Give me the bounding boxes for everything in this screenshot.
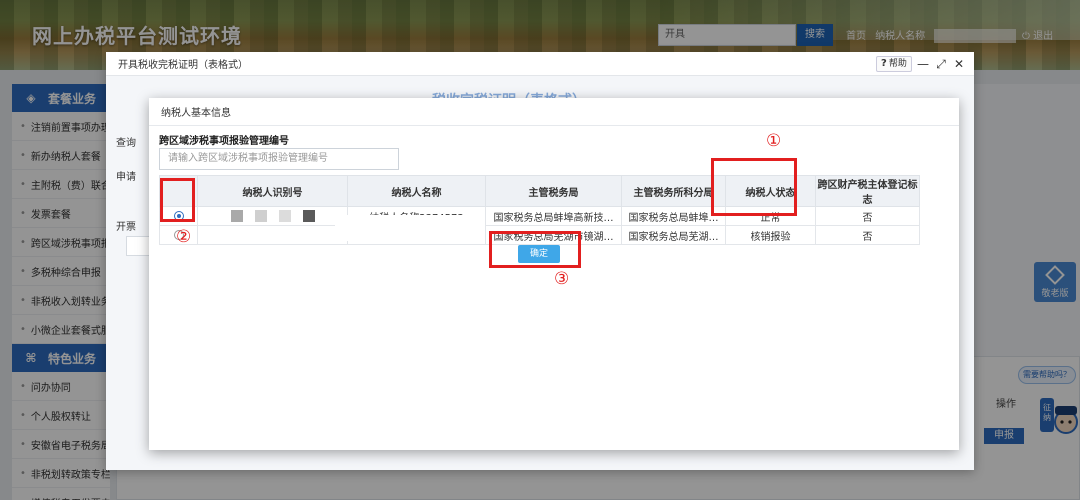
taxpayer-status-cell: 核销报验 [725,225,816,245]
annotation-number-1: ① [766,131,782,151]
minimize-icon[interactable]: — [916,56,930,72]
permit-number-label: 跨区域涉税事项报验管理编号 [159,136,289,147]
annotation-box-status [711,158,797,216]
help-button[interactable]: ? 帮助 [876,56,912,72]
taxpayer-info-title: 纳税人基本信息 [149,98,959,126]
cross-region-flag-cell: 否 [815,225,920,245]
maximize-icon[interactable]: ⤢ [934,56,948,72]
redacted-block [230,210,243,222]
redacted-block [302,210,315,222]
redacted-block [254,210,267,222]
tax-branch-cell: 国家税务总局芜湖… [621,225,726,245]
permit-number-input[interactable]: 请输入跨区域涉税事项报验管理编号 [159,148,399,170]
outer-dialog-titlebar: 开具税收完税证明（表格式） ? 帮助 — ⤢ ✕ [106,52,974,76]
cross-region-flag-cell: 否 [815,206,920,226]
annotation-number-3: ③ [554,269,570,289]
tax-branch-header: 主管税务所科分局 [621,175,726,207]
tax-bureau-cell: 国家税务总局蚌埠高新技… [485,206,622,226]
apply-label: 申请 [116,172,136,183]
close-icon[interactable]: ✕ [952,56,966,72]
taxpayer-id-cell [197,225,348,245]
redacted-block [278,210,291,222]
annotation-box-radio [160,178,195,222]
table-header-row: 纳税人识别号 纳税人名称 主管税务局 主管税务所科分局 纳税人状态 跨区财产税主… [159,175,920,207]
cross-region-flag-header: 跨区财产税主体登记标志 [815,175,920,207]
taxpayer-id-cell [197,206,348,226]
redaction-overlay [335,215,485,241]
annotation-number-2: ② [176,227,192,247]
tax-branch-cell: 国家税务总局蚌埠… [621,206,726,226]
outer-dialog-title: 开具税收完税证明（表格式） [118,60,248,71]
open-label: 开票 [116,222,136,233]
annotation-box-confirm [489,231,581,268]
query-label: 查询 [116,138,136,149]
taxpayer-id-header: 纳税人识别号 [197,175,348,207]
tax-bureau-header: 主管税务局 [485,175,622,207]
taxpayer-name-header: 纳税人名称 [347,175,486,207]
table-row[interactable]: 纳税人名称2374573 国家税务总局蚌埠高新技… 国家税务总局蚌埠… 正常 否 [159,206,920,226]
